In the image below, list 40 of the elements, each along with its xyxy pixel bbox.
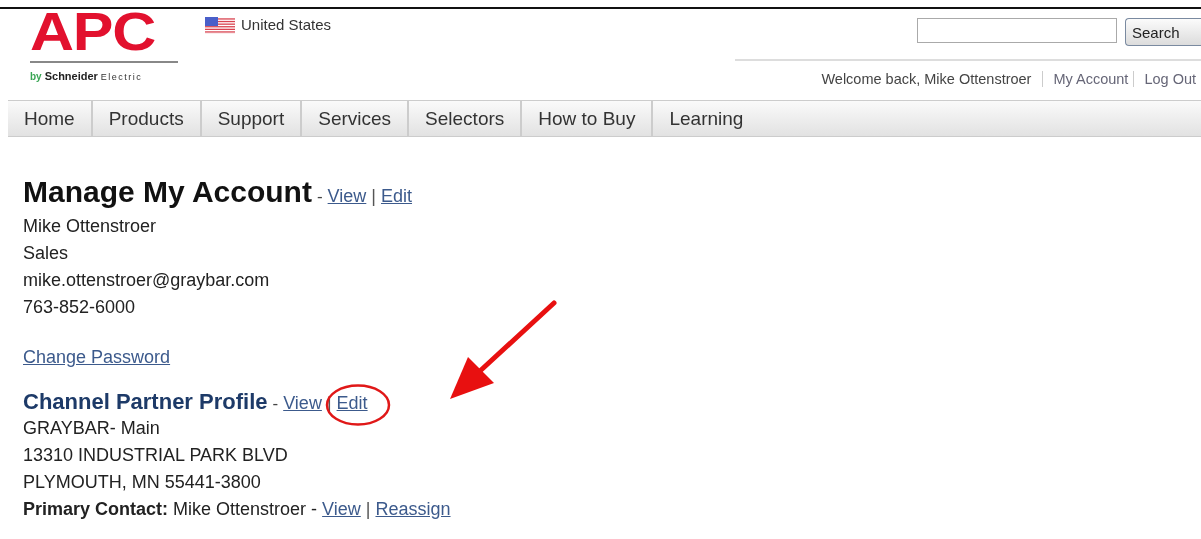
link[interactable]: View <box>327 186 367 207</box>
link[interactable]: Edit <box>381 186 413 207</box>
account-detail: 763-852-6000 <box>23 296 137 319</box>
nav-item[interactable]: Services <box>302 101 410 136</box>
contact-name: Mike Ottenstroer - <box>173 498 319 521</box>
contact-label: Primary Contact: <box>23 498 170 521</box>
section-title: Manage My Account <box>23 175 312 209</box>
link[interactable]: Edit <box>336 393 368 413</box>
search-button[interactable]: Search <box>1125 18 1201 46</box>
logo-tagline: Electric <box>100 72 143 82</box>
nav-item[interactable]: Selectors <box>409 101 523 136</box>
welcome-text: Welcome back, Mike Ottenstroer <box>821 71 1033 87</box>
separator-text: | <box>370 186 377 207</box>
link[interactable]: Reassign <box>375 496 451 523</box>
nav-item[interactable]: Support <box>201 101 303 136</box>
search-field[interactable] <box>917 18 1117 43</box>
profile-detail: GRAYBAR- Main <box>23 417 161 440</box>
account-detail: Sales <box>23 242 70 265</box>
account-link[interactable]: Log Out <box>1133 71 1201 87</box>
separator-text: | <box>364 498 372 521</box>
nav-item[interactable]: Learning <box>653 101 760 136</box>
section-title: Channel Partner Profile <box>23 389 268 415</box>
account-detail: Mike Ottenstroer <box>23 215 158 238</box>
change-password-link[interactable]: Change Password <box>23 347 171 367</box>
separator-text: - <box>271 394 280 414</box>
nav-item[interactable]: Home <box>8 101 93 136</box>
link[interactable]: View <box>322 496 361 523</box>
profile-detail: 13310 INDUSTRIAL PARK BLVD <box>23 444 289 467</box>
country-link[interactable]: United States <box>241 16 332 33</box>
logo-tagline: by <box>30 71 42 82</box>
separator-text: - <box>315 187 324 207</box>
logo-wordmark[interactable]: APC <box>30 11 203 53</box>
nav-item[interactable]: How to Buy <box>522 101 654 136</box>
account-detail: mike.ottenstroer@graybar.com <box>23 269 271 292</box>
link[interactable]: View <box>283 393 322 414</box>
flag-icon <box>205 17 235 34</box>
logo-tagline: Schneider <box>44 70 98 82</box>
account-link[interactable]: My Account <box>1042 71 1134 87</box>
profile-detail: PLYMOUTH, MN 55441-3800 <box>23 471 262 494</box>
nav-item[interactable]: Products <box>92 101 202 136</box>
